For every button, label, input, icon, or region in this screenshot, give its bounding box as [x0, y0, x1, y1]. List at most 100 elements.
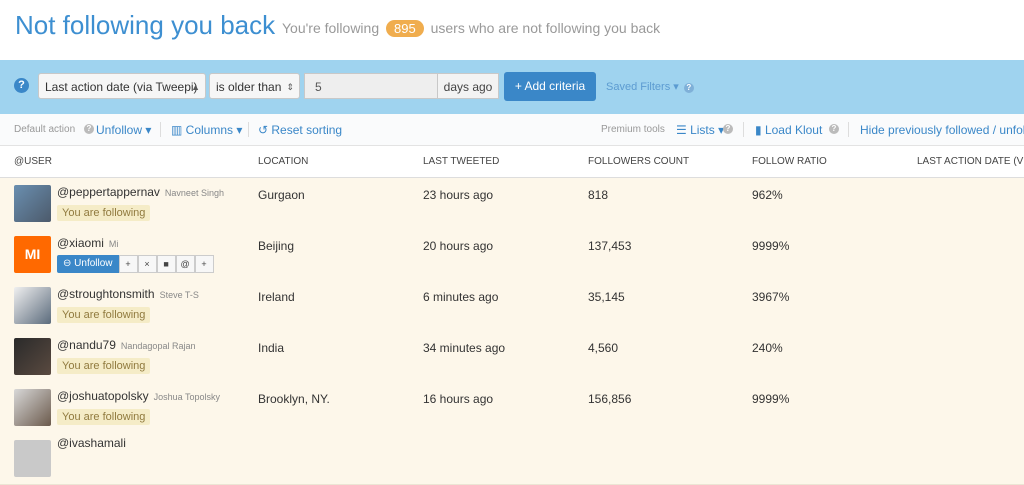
- help-icon[interactable]: ?: [84, 124, 94, 134]
- help-icon[interactable]: ?: [683, 83, 694, 93]
- col-location[interactable]: LOCATION: [258, 156, 308, 167]
- table-row[interactable]: @peppertappernav Navneet Singh You are fo…: [0, 178, 1024, 230]
- table-header: @USER LOCATION LAST TWEETED FOLLOWERS CO…: [0, 146, 1024, 178]
- following-badge: You are following: [57, 409, 151, 425]
- lists-dropdown[interactable]: ☰ Lists ▾: [676, 123, 724, 137]
- value-input[interactable]: 5: [304, 73, 438, 99]
- last-tweeted-cell: 34 minutes ago: [423, 341, 506, 355]
- real-name: Mi: [108, 239, 119, 249]
- updown-icon: ▲: [191, 82, 200, 92]
- lists-label: Lists ▾: [690, 123, 725, 137]
- divider: [160, 122, 161, 137]
- handle-text: @stroughtonsmith: [57, 287, 155, 301]
- following-badge: You are following: [57, 307, 151, 323]
- list-icon: ☰: [676, 123, 691, 137]
- hide-previously-followed-link[interactable]: Hide previously followed / unfollo: [860, 123, 1024, 137]
- toolbar: Default action ? Unfollow ▾ ▥ Columns ▾ …: [0, 114, 1024, 146]
- last-tweeted-cell: 20 hours ago: [423, 239, 494, 253]
- divider: [743, 122, 744, 137]
- reset-label: Reset sorting: [271, 123, 343, 137]
- last-tweeted-cell: 6 minutes ago: [423, 290, 499, 304]
- table-row[interactable]: @joshuatopolsky Joshua Topolsky You are f…: [0, 382, 1024, 434]
- page-subtitle: You're following 895 users who are not f…: [282, 20, 660, 37]
- filter-bar: ? Last action date (via Tweepi) ▲ is old…: [0, 60, 1024, 114]
- following-badge: You are following: [57, 358, 151, 374]
- handle-text: @peppertappernav: [57, 185, 160, 199]
- unfollow-label: Unfollow: [74, 258, 113, 269]
- table-row[interactable]: @ivashamali: [0, 433, 1024, 485]
- user-minus-icon: ⊖: [63, 258, 75, 269]
- add-user-icon[interactable]: +: [118, 255, 138, 273]
- handle-text: @nandu79: [57, 338, 116, 352]
- col-last-tweeted[interactable]: LAST TWEETED: [423, 156, 499, 167]
- followers-count-cell: 818: [588, 188, 609, 202]
- avatar[interactable]: [14, 440, 51, 477]
- avatar[interactable]: MI: [14, 236, 51, 273]
- real-name: Nandagopal Rajan: [120, 341, 196, 351]
- saved-filters-dropdown[interactable]: Saved Filters ▾ ?: [606, 80, 694, 93]
- handle-text: @joshuatopolsky: [57, 389, 149, 403]
- table-row[interactable]: @nandu79 Nandagopal Rajan You are followi…: [0, 331, 1024, 383]
- col-followers-count[interactable]: FOLLOWERS COUNT: [588, 156, 689, 167]
- user-handle[interactable]: @xiaomi Mi: [57, 236, 118, 250]
- followers-count-cell: 4,560: [588, 341, 619, 355]
- divider: [248, 122, 249, 137]
- unfollow-button[interactable]: ⊖ Unfollow: [57, 255, 119, 273]
- load-klout-label: Load Klout: [764, 123, 823, 137]
- avatar[interactable]: [14, 389, 51, 426]
- col-user[interactable]: @USER: [14, 156, 52, 167]
- bar-chart-icon: ▮: [755, 123, 765, 137]
- reset-sorting-button[interactable]: ↺ Reset sorting: [258, 123, 342, 137]
- mi-logo: MI: [24, 246, 41, 262]
- followers-count-cell: 137,453: [588, 239, 632, 253]
- help-icon[interactable]: ?: [829, 124, 839, 134]
- table-row[interactable]: MI @xiaomi Mi ⊖ Unfollow + × ■ @ + Beijin…: [0, 229, 1024, 281]
- user-handle[interactable]: @stroughtonsmith Steve T-S: [57, 287, 199, 301]
- handle-text: @xiaomi: [57, 236, 104, 250]
- undo-icon: ↺: [258, 123, 272, 137]
- operator-select-value: is older than: [216, 80, 282, 94]
- location-cell: India: [258, 341, 285, 355]
- field-select[interactable]: Last action date (via Tweepi) ▲: [38, 73, 206, 99]
- col-follow-ratio[interactable]: FOLLOW RATIO: [752, 156, 827, 167]
- location-cell: Beijing: [258, 239, 295, 253]
- load-klout-button[interactable]: ▮ Load Klout: [755, 123, 822, 137]
- user-handle[interactable]: @ivashamali: [57, 436, 126, 450]
- col-last-action-date[interactable]: LAST ACTION DATE (VIA: [917, 156, 1024, 167]
- user-handle[interactable]: @nandu79 Nandagopal Rajan: [57, 338, 195, 352]
- lock-icon[interactable]: ■: [156, 255, 176, 273]
- follow-ratio-cell: 9999%: [752, 392, 790, 406]
- operator-select[interactable]: is older than ⇕: [209, 73, 300, 99]
- avatar[interactable]: [14, 185, 51, 222]
- mention-icon[interactable]: @: [175, 255, 195, 273]
- real-name: Steve T-S: [159, 290, 199, 300]
- columns-icon: ▥: [171, 123, 186, 137]
- table-row[interactable]: @stroughtonsmith Steve T-S You are follow…: [0, 280, 1024, 332]
- field-select-value: Last action date (via Tweepi): [45, 80, 198, 94]
- count-badge: 895: [386, 20, 424, 37]
- unit-addon: days ago: [437, 73, 499, 99]
- help-icon[interactable]: ?: [14, 78, 29, 93]
- user-handle[interactable]: @joshuatopolsky Joshua Topolsky: [57, 389, 220, 403]
- unfollow-dropdown[interactable]: Unfollow ▾: [96, 123, 151, 137]
- avatar[interactable]: [14, 338, 51, 375]
- location-cell: Ireland: [258, 290, 295, 304]
- add-criteria-button[interactable]: + Add criteria: [504, 72, 596, 101]
- help-icon[interactable]: ?: [723, 124, 733, 134]
- user-handle[interactable]: @peppertappernav Navneet Singh: [57, 185, 224, 199]
- follow-ratio-cell: 240%: [752, 341, 783, 355]
- updown-icon: ⇕: [286, 82, 294, 92]
- location-cell: Brooklyn, NY.: [258, 392, 330, 406]
- page-header: Not following you back You're following …: [0, 0, 1024, 56]
- divider: [848, 122, 849, 137]
- columns-dropdown[interactable]: ▥ Columns ▾: [171, 123, 242, 137]
- remove-user-icon[interactable]: ×: [137, 255, 157, 273]
- page-title: Not following you back: [15, 10, 276, 40]
- follow-ratio-cell: 9999%: [752, 239, 790, 253]
- followers-count-cell: 156,856: [588, 392, 632, 406]
- columns-label: Columns ▾: [185, 123, 243, 137]
- row-actions: ⊖ Unfollow + × ■ @ +: [57, 255, 214, 273]
- premium-tools-label: Premium tools: [601, 124, 665, 135]
- more-icon[interactable]: +: [194, 255, 214, 273]
- avatar[interactable]: [14, 287, 51, 324]
